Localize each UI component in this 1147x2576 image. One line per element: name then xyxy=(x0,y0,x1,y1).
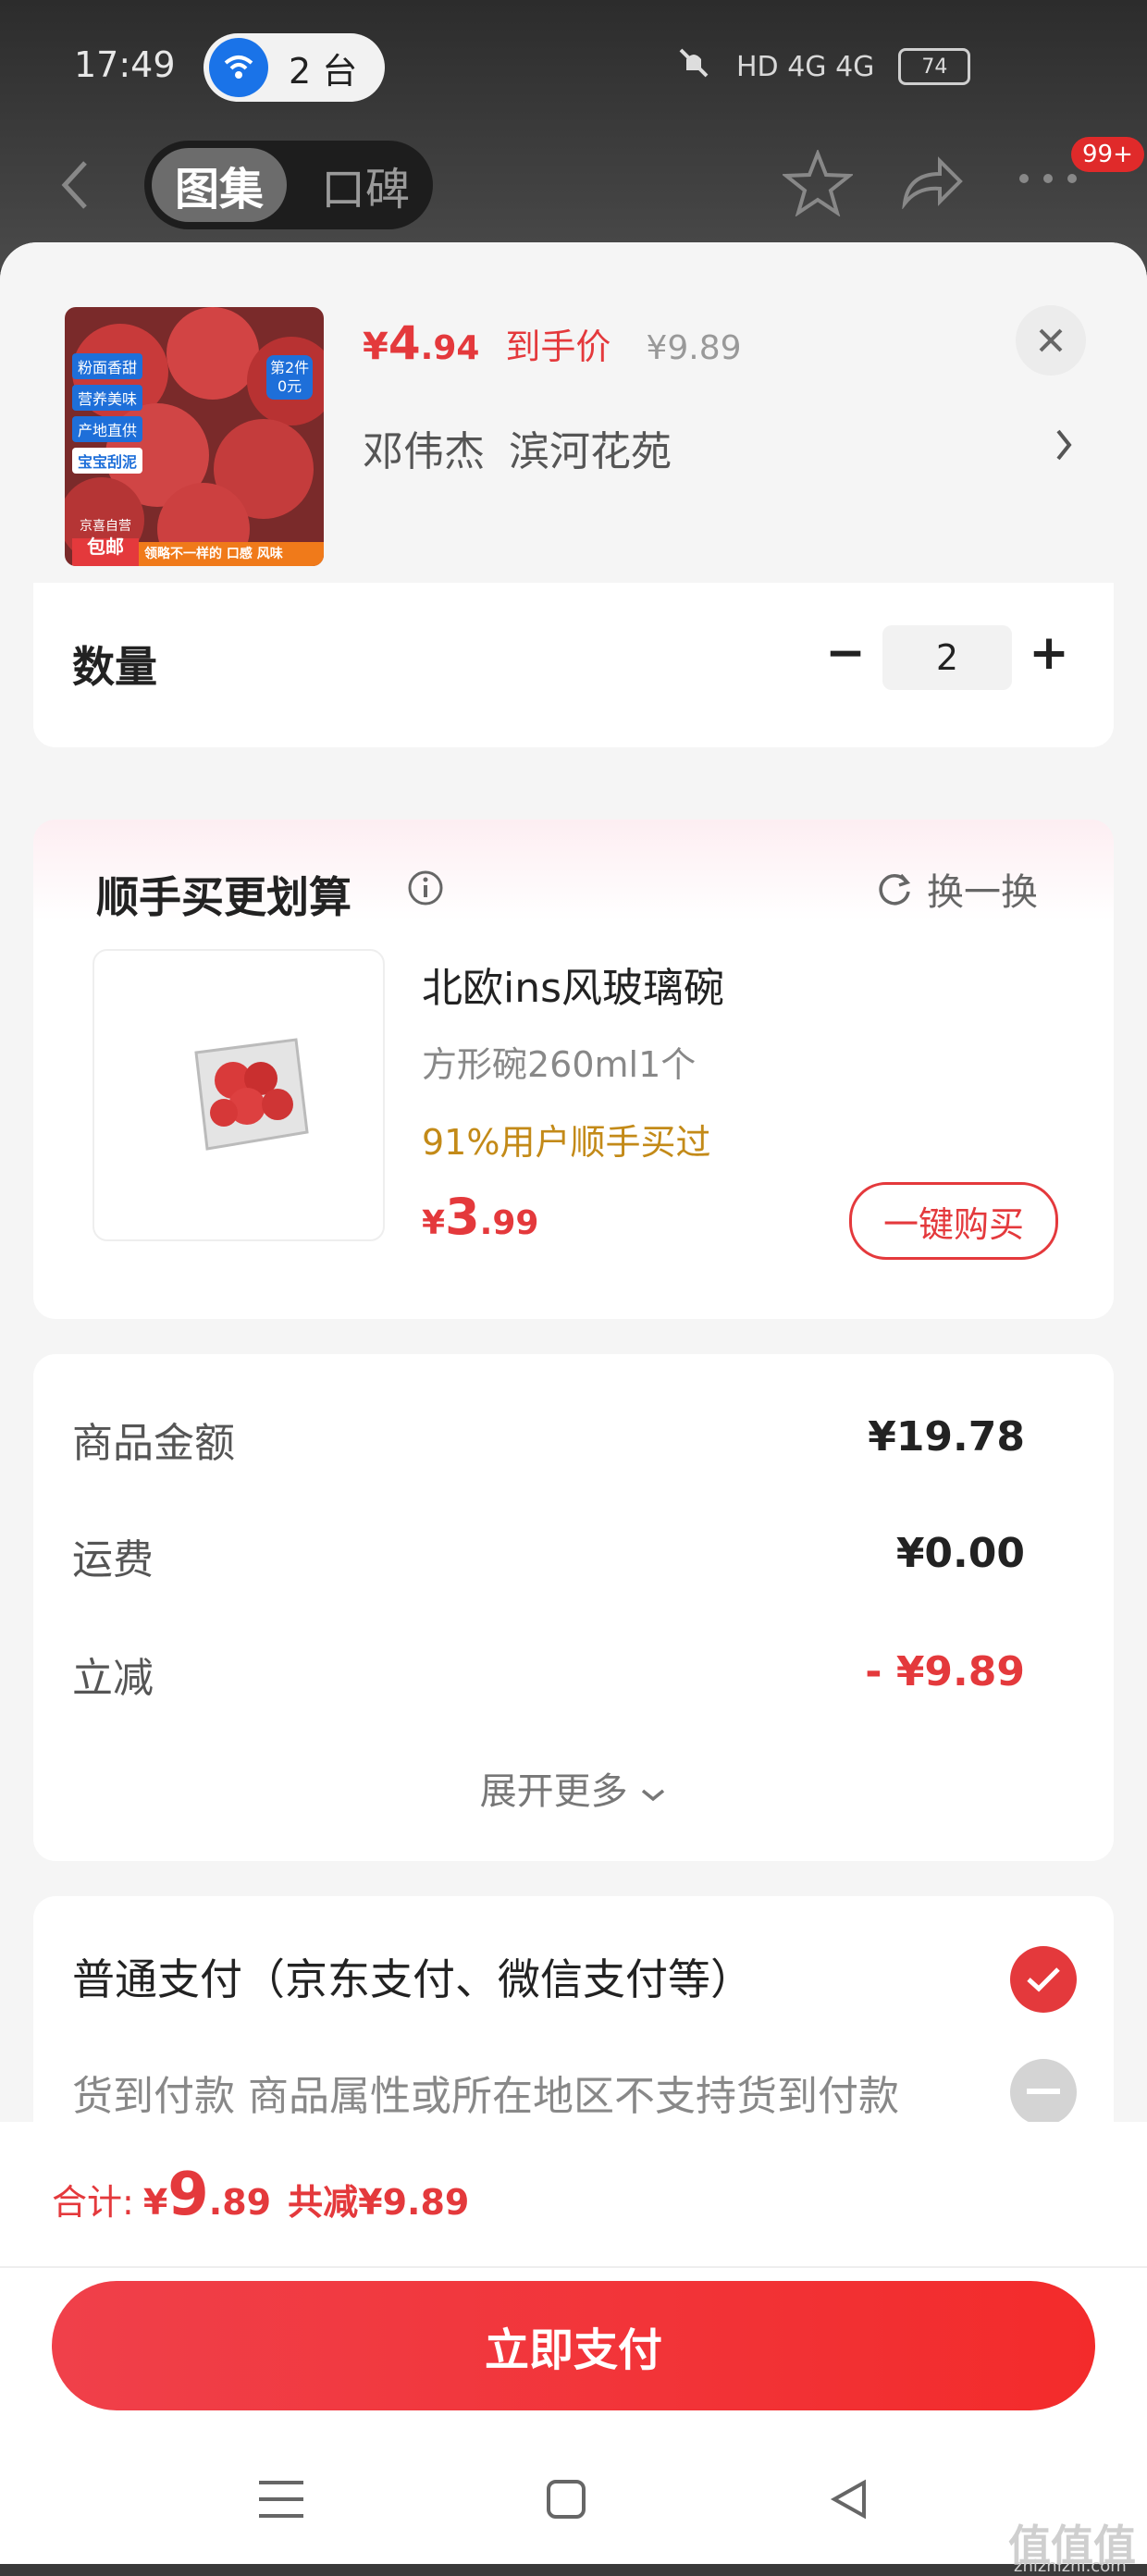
thumbnail-badge: 营养美味 xyxy=(72,385,143,411)
delivery-address[interactable]: 邓伟杰 滨河花苑 xyxy=(363,418,672,477)
price-currency: ¥ xyxy=(363,326,388,368)
disabled-minus-icon xyxy=(1010,2059,1077,2126)
price-int: 4 xyxy=(388,316,421,370)
tab-reviews[interactable]: 口碑 xyxy=(305,148,426,222)
total-currency: ¥ xyxy=(142,2182,168,2223)
chevron-down-icon xyxy=(642,1789,665,1802)
upsell-product-image[interactable] xyxy=(92,949,385,1241)
product-thumbnail: 粉面香甜 营养美味 产地直供 宝宝刮泥 第2件 0元 京喜自营 包邮 领略不一样… xyxy=(65,307,324,566)
summary-value: ¥19.78 xyxy=(868,1413,1025,1461)
order-summary-card: 商品金额 ¥19.78 运费 ¥0.00 立减 - ¥9.89 展开更多 xyxy=(33,1354,1114,1861)
original-price: ¥9.89 xyxy=(646,329,742,367)
upsell-price-int: 3 xyxy=(445,1188,480,1246)
expand-more-button[interactable]: 展开更多 xyxy=(33,1761,1114,1815)
product-header: 粉面香甜 营养美味 产地直供 宝宝刮泥 第2件 0元 京喜自营 包邮 领略不一样… xyxy=(0,242,1147,603)
swap-label: 换一换 xyxy=(927,871,1038,914)
thumbnail-left-tag-top: 京喜自营 xyxy=(80,519,131,534)
network-indicator: HD 4G 4G xyxy=(736,50,875,83)
price-dec: .94 xyxy=(420,329,480,367)
thumbnail-banner: 领略不一样的 口感 风味 xyxy=(144,547,283,561)
thumbnail-badge: 宝宝刮泥 xyxy=(72,448,143,474)
swap-button[interactable]: 换一换 xyxy=(875,862,1038,916)
share-icon[interactable] xyxy=(899,154,964,213)
favorite-star-icon[interactable] xyxy=(781,148,855,220)
menu-icon[interactable] xyxy=(259,2479,303,2523)
back-icon[interactable] xyxy=(57,157,94,216)
product-price: ¥4.94 到手价 ¥9.89 xyxy=(363,316,742,370)
tab-gallery[interactable]: 图集 xyxy=(152,148,287,222)
status-time: 17:49 xyxy=(74,44,176,85)
checkmark-selected-icon[interactable] xyxy=(1010,1946,1077,2013)
close-button[interactable] xyxy=(1016,305,1086,376)
upsell-product-name[interactable]: 北欧ins风玻璃碗 xyxy=(422,955,724,1014)
watermark-site: zhizhizhi.com xyxy=(1014,2557,1127,2576)
thumbnail-left-tag-bottom: 包邮 xyxy=(87,536,124,558)
status-icons: HD 4G 4G 74 xyxy=(675,44,971,89)
price-value: ¥4.94 xyxy=(363,316,479,370)
upsell-title: 顺手买更划算 xyxy=(96,872,352,922)
mute-icon xyxy=(675,44,712,89)
message-count-badge: 99+ xyxy=(1071,137,1144,172)
hotspot-count: 2 台 xyxy=(289,50,358,92)
chevron-right-icon[interactable] xyxy=(1054,427,1073,472)
pay-now-button[interactable]: 立即支付 xyxy=(52,2281,1095,2410)
upsell-price-dec: .99 xyxy=(479,1204,539,1242)
upsell-social-proof: 91%用户顺手买过 xyxy=(422,1122,711,1163)
one-click-buy-button[interactable]: 一键购买 xyxy=(849,1182,1058,1260)
upsell-price-currency: ¥ xyxy=(422,1204,446,1242)
background-page-header xyxy=(0,0,1147,268)
thumbnail-promo: 第2件 0元 xyxy=(266,355,314,400)
upsell-product-spec: 方形碗260ml1个 xyxy=(422,1044,697,1085)
total-int: 9 xyxy=(167,2161,209,2229)
thumbnail-promo-bottom: 0元 xyxy=(278,377,302,395)
thumbnail-badge: 产地直供 xyxy=(72,416,143,442)
quantity-increase-button[interactable]: + xyxy=(1021,625,1077,681)
summary-label: 运费 xyxy=(72,1536,154,1584)
address-place: 滨河花苑 xyxy=(509,428,672,475)
close-icon xyxy=(1039,328,1063,352)
more-icon[interactable] xyxy=(1018,171,1079,189)
quantity-card: 数量 − 2 + xyxy=(33,583,1114,747)
summary-value: ¥0.00 xyxy=(895,1530,1025,1577)
quantity-decrease-button[interactable]: − xyxy=(818,625,873,681)
back-nav-icon[interactable] xyxy=(829,2479,870,2523)
divider xyxy=(0,2266,1147,2268)
total-savings: 共减¥9.89 xyxy=(288,2182,470,2223)
refresh-icon xyxy=(879,873,911,906)
expand-label: 展开更多 xyxy=(479,1770,628,1813)
total-price: 合计: ¥9.89 共减¥9.89 xyxy=(52,2161,469,2229)
discount-value: - ¥9.89 xyxy=(865,1648,1025,1695)
battery-icon: 74 xyxy=(898,48,971,85)
info-icon[interactable] xyxy=(407,869,444,910)
summary-label: 立减 xyxy=(72,1655,154,1702)
quantity-input[interactable]: 2 xyxy=(882,625,1012,690)
quantity-label: 数量 xyxy=(72,642,157,692)
upsell-price: ¥3.99 xyxy=(422,1188,538,1246)
thumbnail-badge: 粉面香甜 xyxy=(72,353,143,379)
checkout-footer: 合计: ¥9.89 共减¥9.89 立即支付 值值值 zhizhizhi.com xyxy=(0,2122,1147,2576)
address-name: 邓伟杰 xyxy=(363,428,485,475)
payment-option-standard[interactable]: 普通支付（京东支付、微信支付等） xyxy=(72,1946,753,2007)
home-icon[interactable] xyxy=(546,2479,586,2523)
thumbnail-badges: 粉面香甜 营养美味 产地直供 宝宝刮泥 xyxy=(72,353,143,474)
summary-label: 商品金额 xyxy=(72,1420,235,1467)
thumbnail-promo-top: 第2件 xyxy=(270,359,310,376)
wifi-hotspot-icon xyxy=(209,38,268,97)
total-label: 合计: xyxy=(52,2182,134,2223)
hotspot-indicator[interactable]: 2 台 xyxy=(204,33,385,102)
final-price-tag: 到手价 xyxy=(505,327,611,367)
upsell-card: 顺手买更划算 换一换 北欧ins风玻璃碗 方形碗260ml1个 91%用户顺手买… xyxy=(33,820,1114,1319)
payment-option-cod: 货到付款 商品属性或所在地区不支持货到付款 xyxy=(72,2073,899,2120)
total-dec: .89 xyxy=(208,2182,272,2223)
thumbnail-left-tag: 京喜自营 包邮 xyxy=(72,516,139,557)
